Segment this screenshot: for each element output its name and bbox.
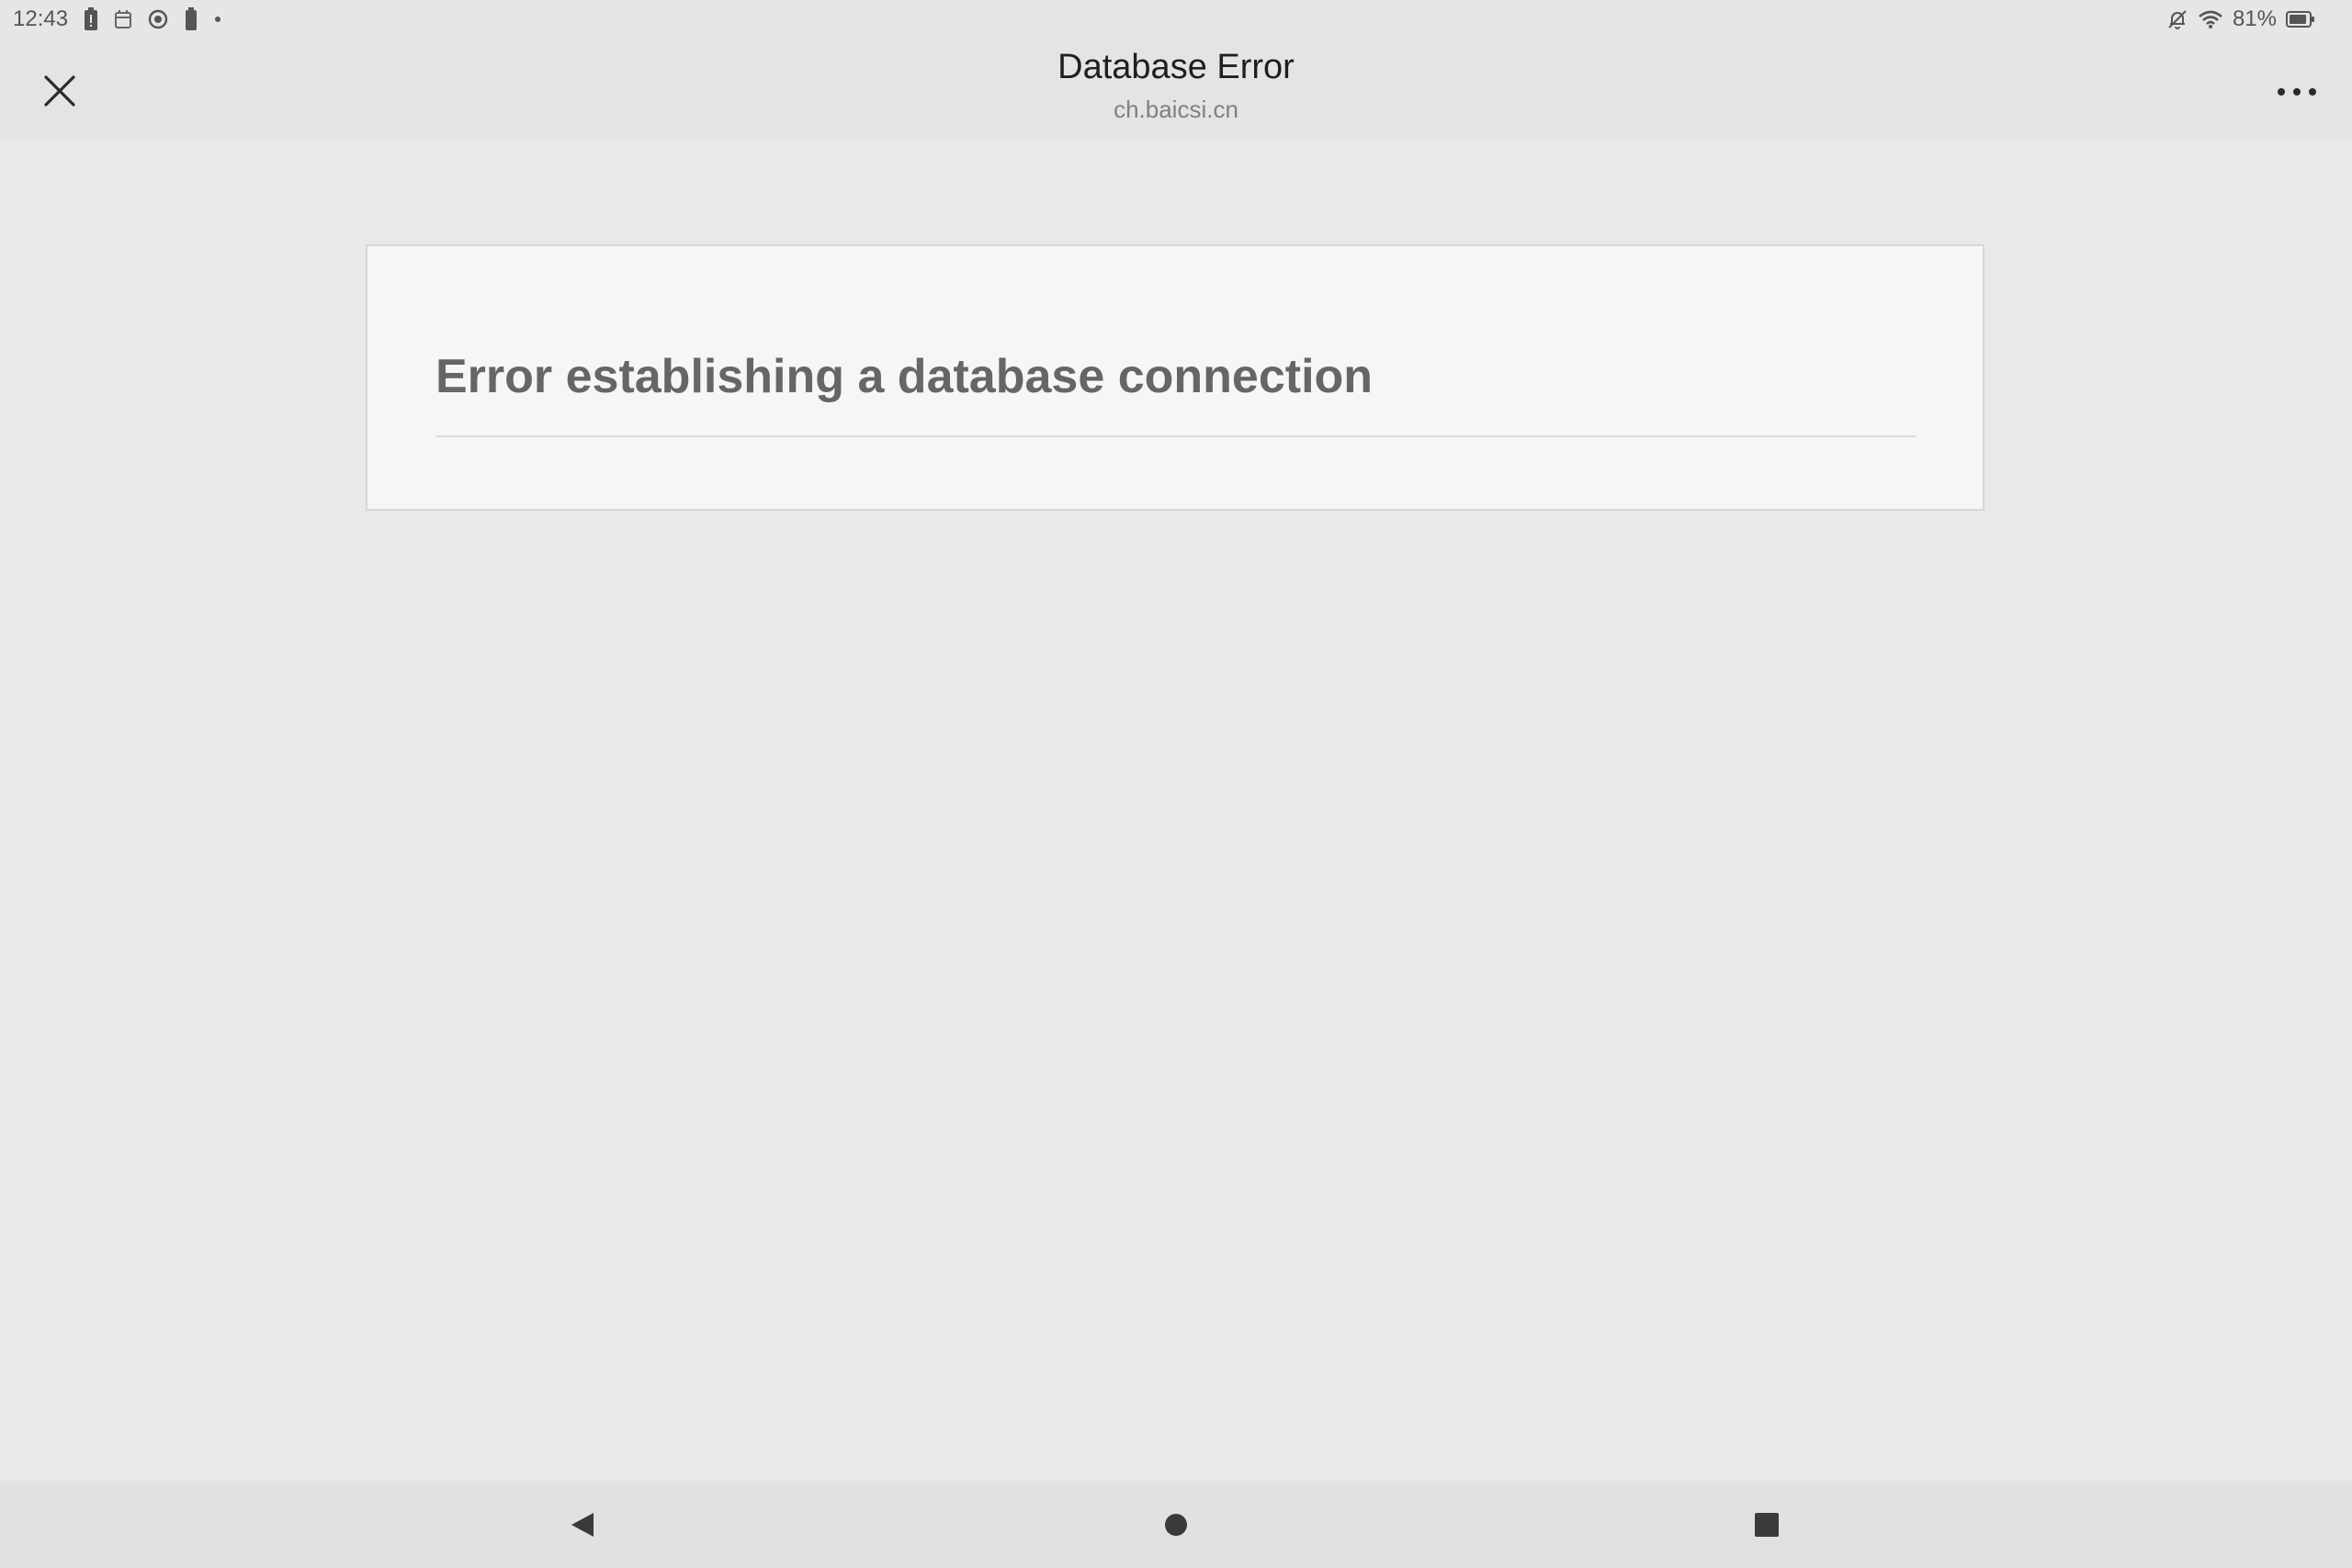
wifi-icon	[2198, 9, 2223, 29]
recents-button[interactable]	[1743, 1501, 1791, 1549]
recents-square-icon	[1755, 1513, 1779, 1537]
calendar-icon	[114, 9, 132, 29]
page-title: Database Error	[1057, 48, 1295, 86]
battery-percent: 81%	[2232, 6, 2277, 31]
battery-alert-icon	[83, 7, 99, 31]
status-time: 12:43	[13, 6, 69, 31]
back-triangle-icon	[571, 1513, 594, 1537]
error-heading: Error establishing a database connection	[435, 350, 1374, 403]
dot-icon	[213, 15, 222, 24]
error-divider	[435, 435, 1917, 437]
battery-level-icon	[2286, 10, 2315, 28]
home-circle-icon	[1165, 1514, 1187, 1536]
back-button[interactable]	[559, 1501, 606, 1549]
error-card: Error establishing a database connection	[366, 244, 1984, 511]
bell-off-icon	[2166, 8, 2188, 30]
title-bar: Database Error ch.baicsi.cn	[0, 37, 2352, 140]
navigation-bar	[0, 1481, 2352, 1568]
more-horizontal-icon	[2278, 88, 2316, 96]
screen: 12:43 81% Database Error ch.baicsi.cn Er…	[0, 0, 2352, 1568]
status-right: 81%	[2166, 4, 2315, 35]
status-bar: 12:43 81%	[0, 0, 2352, 37]
battery-icon	[184, 7, 198, 31]
home-button[interactable]	[1152, 1501, 1200, 1549]
web-content[interactable]: Error establishing a database connection	[0, 140, 2352, 1481]
record-icon	[147, 8, 169, 30]
more-options-button[interactable]	[2267, 70, 2326, 114]
status-left: 12:43	[13, 4, 222, 35]
page-domain: ch.baicsi.cn	[1114, 96, 1238, 123]
